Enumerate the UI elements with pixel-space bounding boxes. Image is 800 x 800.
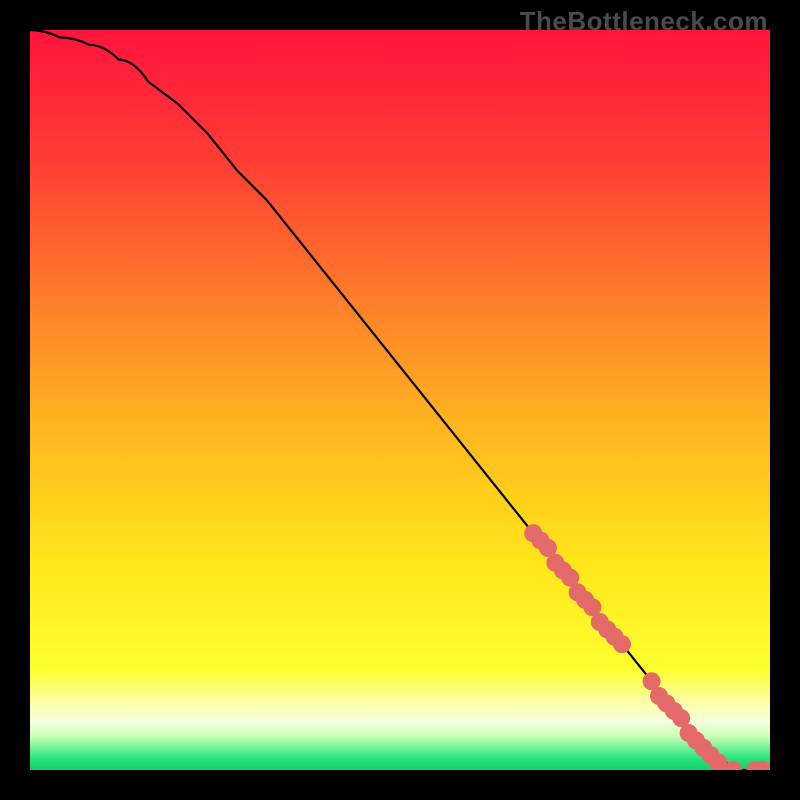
data-point xyxy=(613,635,631,653)
plot-area xyxy=(30,30,770,770)
chart-svg xyxy=(30,30,770,770)
chart-background xyxy=(30,30,770,770)
watermark-text: TheBottleneck.com xyxy=(520,6,768,37)
chart-frame: TheBottleneck.com xyxy=(0,0,800,800)
